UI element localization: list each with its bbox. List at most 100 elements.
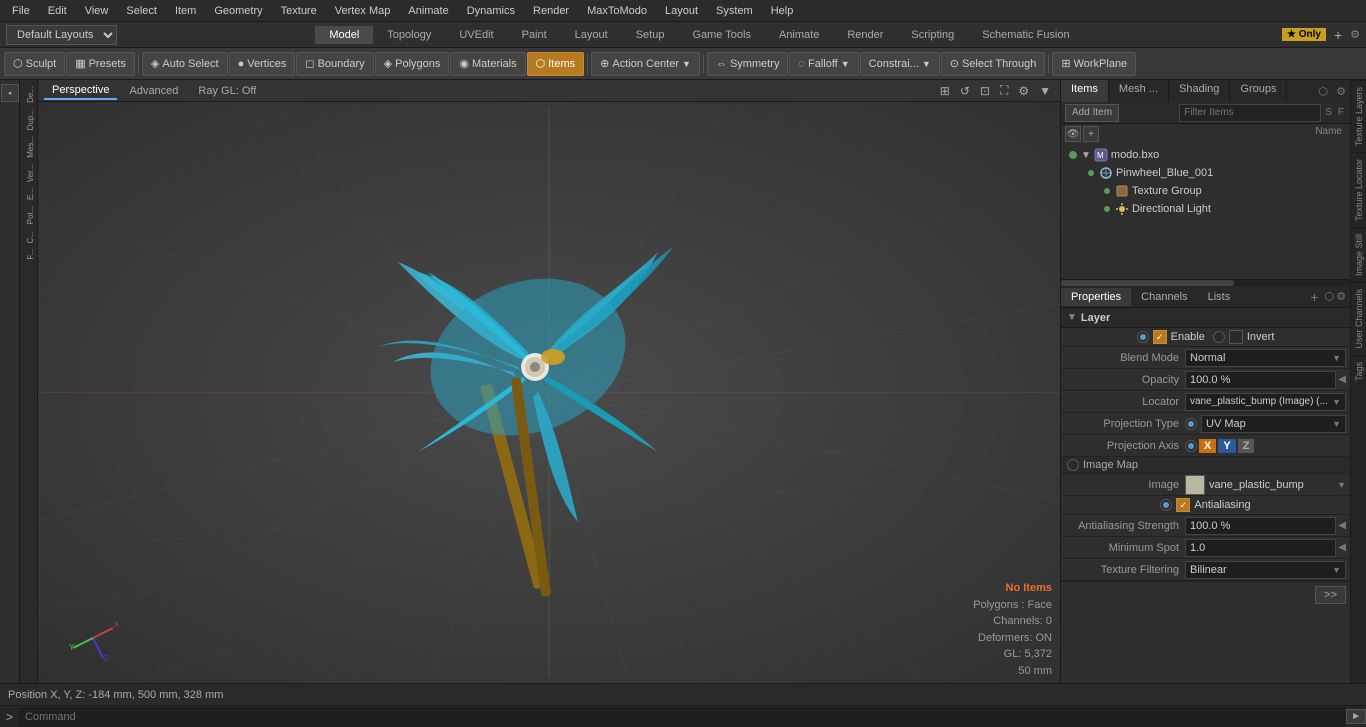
tool-edge[interactable]: E... — [22, 186, 35, 202]
layout-tab-gametools[interactable]: Game Tools — [678, 26, 765, 44]
menu-maxtomodo[interactable]: MaxToModo — [579, 3, 655, 19]
chevron-down-icon[interactable]: ▼ — [1036, 84, 1054, 98]
antialiasing-radio[interactable] — [1160, 499, 1172, 511]
items-button[interactable]: ⬡ Items — [527, 52, 585, 76]
presets-button[interactable]: ▦ Presets — [66, 52, 135, 76]
settings-icon[interactable]: ⚙ — [1350, 28, 1360, 41]
list-item[interactable]: ▼ M modo.bxo — [1063, 146, 1348, 164]
y-axis-button[interactable]: Y — [1218, 439, 1235, 453]
layout-tab-setup[interactable]: Setup — [622, 26, 679, 44]
expand-button[interactable]: >> — [1315, 586, 1346, 604]
minimum-spot-input[interactable] — [1185, 539, 1336, 557]
settings-icon[interactable]: ⚙ — [1015, 84, 1032, 98]
expand-icon[interactable]: ⬡ — [1325, 290, 1335, 303]
polygons-button[interactable]: ◈ Polygons — [375, 52, 450, 76]
command-arrow[interactable]: > — [0, 710, 19, 724]
eye-toggle[interactable] — [1099, 188, 1115, 194]
axis-radio[interactable] — [1185, 440, 1197, 452]
menu-render[interactable]: Render — [525, 3, 577, 19]
menu-system[interactable]: System — [708, 3, 761, 19]
menu-file[interactable]: File — [4, 3, 38, 19]
antialiasing-checkbox[interactable]: ✓ — [1176, 498, 1190, 512]
image-dropdown-arrow[interactable]: ▼ — [1337, 480, 1346, 490]
invert-radio[interactable] — [1213, 331, 1225, 343]
opacity-input[interactable] — [1185, 371, 1336, 389]
falloff-button[interactable]: ◌ Falloff ▼ — [789, 52, 858, 76]
enable-checkbox[interactable]: ✓ — [1153, 330, 1167, 344]
tags-tab[interactable]: Tags — [1351, 355, 1366, 387]
panel-expand-icon[interactable]: ⬡ — [1315, 85, 1333, 98]
menu-help[interactable]: Help — [763, 3, 802, 19]
enable-radio[interactable] — [1137, 331, 1149, 343]
tab-mesh[interactable]: Mesh ... — [1109, 80, 1169, 102]
menu-view[interactable]: View — [77, 3, 117, 19]
layout-tab-topology[interactable]: Topology — [373, 26, 445, 44]
items-scrollbar[interactable] — [1061, 280, 1350, 286]
tool-deform[interactable]: De... — [22, 84, 35, 105]
viewport[interactable]: Perspective Advanced Ray GL: Off ⊞ ↺ ⊡ ⛶… — [38, 80, 1060, 683]
opacity-btn-icon[interactable]: ◀ — [1338, 374, 1346, 385]
tab-groups[interactable]: Groups — [1230, 80, 1287, 102]
list-item[interactable]: Texture Group — [1063, 182, 1348, 200]
menu-dynamics[interactable]: Dynamics — [459, 3, 523, 19]
image-still-tab[interactable]: Image Still — [1351, 227, 1366, 282]
blend-mode-dropdown[interactable]: Normal ▼ — [1185, 349, 1346, 367]
viewport-canvas[interactable]: X Z Y No Items Polygons : Face Channels:… — [38, 102, 1060, 683]
z-axis-button[interactable]: Z — [1238, 439, 1255, 453]
menu-vertex-map[interactable]: Vertex Map — [327, 3, 399, 19]
layer-section-header[interactable]: ▼ Layer — [1061, 308, 1350, 328]
select-through-button[interactable]: ⊙ Select Through — [941, 52, 1046, 76]
user-channels-tab[interactable]: User Channels — [1351, 282, 1366, 355]
sidebar-collapse[interactable]: ◂ — [1, 84, 19, 102]
command-run-button[interactable]: ► — [1346, 709, 1366, 724]
antialiasing-strength-input[interactable] — [1185, 517, 1336, 535]
tab-lists[interactable]: Lists — [1198, 288, 1241, 306]
panel-settings-icon[interactable]: ⚙ — [1332, 85, 1350, 98]
menu-animate[interactable]: Animate — [400, 3, 456, 19]
reset-icon[interactable]: ↺ — [957, 84, 973, 98]
vp-tab-raygl[interactable]: Ray GL: Off — [190, 83, 264, 99]
tool-dup[interactable]: Dup... — [22, 107, 35, 132]
plus-icon[interactable]: + — [1083, 126, 1099, 142]
texture-layers-tab[interactable]: Texture Layers — [1351, 80, 1366, 152]
tool-f[interactable]: F... — [22, 247, 35, 262]
tool-c[interactable]: C... — [22, 229, 35, 245]
layout-tab-scripting[interactable]: Scripting — [897, 26, 968, 44]
menu-select[interactable]: Select — [118, 3, 165, 19]
layout-tab-paint[interactable]: Paint — [508, 26, 561, 44]
menu-edit[interactable]: Edit — [40, 3, 75, 19]
symmetry-button[interactable]: ⇔ Symmetry — [707, 52, 789, 76]
invert-checkbox[interactable] — [1229, 330, 1243, 344]
tool-poly[interactable]: Pol... — [22, 204, 35, 226]
projection-dropdown[interactable]: UV Map ▼ — [1201, 415, 1346, 433]
spot-btn-icon[interactable]: ◀ — [1338, 542, 1346, 553]
add-item-button[interactable]: Add Item — [1065, 104, 1119, 122]
menu-texture[interactable]: Texture — [273, 3, 325, 19]
menu-geometry[interactable]: Geometry — [206, 3, 270, 19]
layout-tab-layout[interactable]: Layout — [561, 26, 622, 44]
menu-layout[interactable]: Layout — [657, 3, 706, 19]
filter-items-input[interactable] — [1179, 104, 1321, 122]
layout-tab-schematic[interactable]: Schematic Fusion — [968, 26, 1083, 44]
list-item[interactable]: Pinwheel_Blue_001 — [1063, 164, 1348, 182]
command-input[interactable] — [19, 707, 1346, 727]
x-axis-button[interactable]: X — [1199, 439, 1216, 453]
image-map-radio[interactable] — [1067, 459, 1079, 471]
locator-dropdown[interactable]: vane_plastic_bump (Image) (... ▼ — [1185, 393, 1346, 411]
layout-tab-animate[interactable]: Animate — [765, 26, 833, 44]
add-layout-button[interactable]: + — [1330, 27, 1346, 43]
tool-mesh[interactable]: Mes... — [22, 134, 35, 160]
layout-tab-render[interactable]: Render — [833, 26, 897, 44]
tab-channels[interactable]: Channels — [1131, 288, 1197, 306]
eye-toggle[interactable] — [1083, 170, 1099, 176]
eye-toggle[interactable] — [1099, 206, 1115, 212]
action-center-button[interactable]: ⊕ Action Center ▼ — [591, 52, 700, 76]
materials-button[interactable]: ◉ Materials — [450, 52, 525, 76]
eye-toggle[interactable] — [1065, 151, 1081, 159]
strength-btn-icon[interactable]: ◀ — [1338, 520, 1346, 531]
workplane-button[interactable]: ⊞ WorkPlane — [1052, 52, 1136, 76]
layout-tab-model[interactable]: Model — [315, 26, 373, 44]
scrollbar-thumb[interactable] — [1061, 280, 1234, 286]
constraints-button[interactable]: Constrai... ▼ — [860, 52, 940, 76]
vp-tab-advanced[interactable]: Advanced — [121, 83, 186, 99]
